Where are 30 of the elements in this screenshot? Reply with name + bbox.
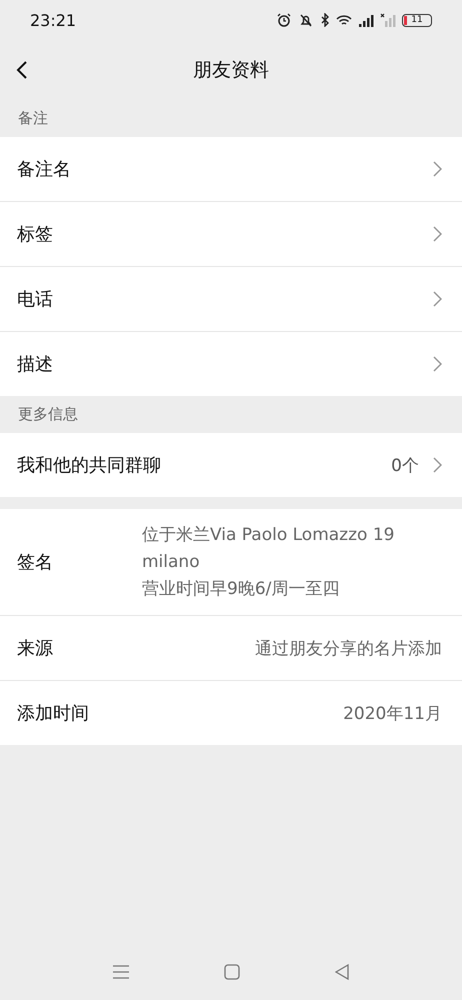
count-value: 0个 xyxy=(391,454,419,476)
home-icon[interactable] xyxy=(224,964,240,980)
chevron-icon xyxy=(433,226,442,242)
page-title: 朋友资料 xyxy=(193,58,269,83)
row-value: 通过朋友分享的名片添加 xyxy=(255,638,442,660)
status-time: 23:21 xyxy=(30,10,76,30)
back-icon[interactable] xyxy=(16,60,28,80)
list-item[interactable]: 电话 xyxy=(0,267,462,332)
signal-icon xyxy=(358,14,374,26)
section-label: 备注 xyxy=(17,108,49,129)
row-label: 签名 xyxy=(17,551,53,574)
wifi-icon xyxy=(336,14,352,26)
bluetooth-icon xyxy=(321,13,330,27)
menu-icon[interactable] xyxy=(113,965,129,979)
chevron-icon xyxy=(433,457,442,473)
row-value: 2020年11月 xyxy=(343,702,442,724)
chevron-icon xyxy=(433,291,442,307)
list-item[interactable]: 我和他的共同群聊 0个 xyxy=(0,433,462,497)
list-item[interactable]: 描述 xyxy=(0,332,462,396)
chevron-icon xyxy=(433,161,442,177)
signal-icon xyxy=(380,13,396,27)
section-label: 更多信息 xyxy=(17,404,79,425)
battery-icon: 11 xyxy=(402,14,432,26)
chevron-icon xyxy=(433,356,442,372)
row-label: 来源 xyxy=(17,637,53,660)
row-label: 添加时间 xyxy=(17,702,89,725)
list-item[interactable]: 标签 xyxy=(0,202,462,267)
list-item[interactable]: 备注名 xyxy=(0,137,462,202)
signature-text: 位于米兰Via Paolo Lomazzo 19 milano 营业时间早9晚6/周一至四 xyxy=(142,524,396,600)
alarm-icon xyxy=(277,13,291,27)
